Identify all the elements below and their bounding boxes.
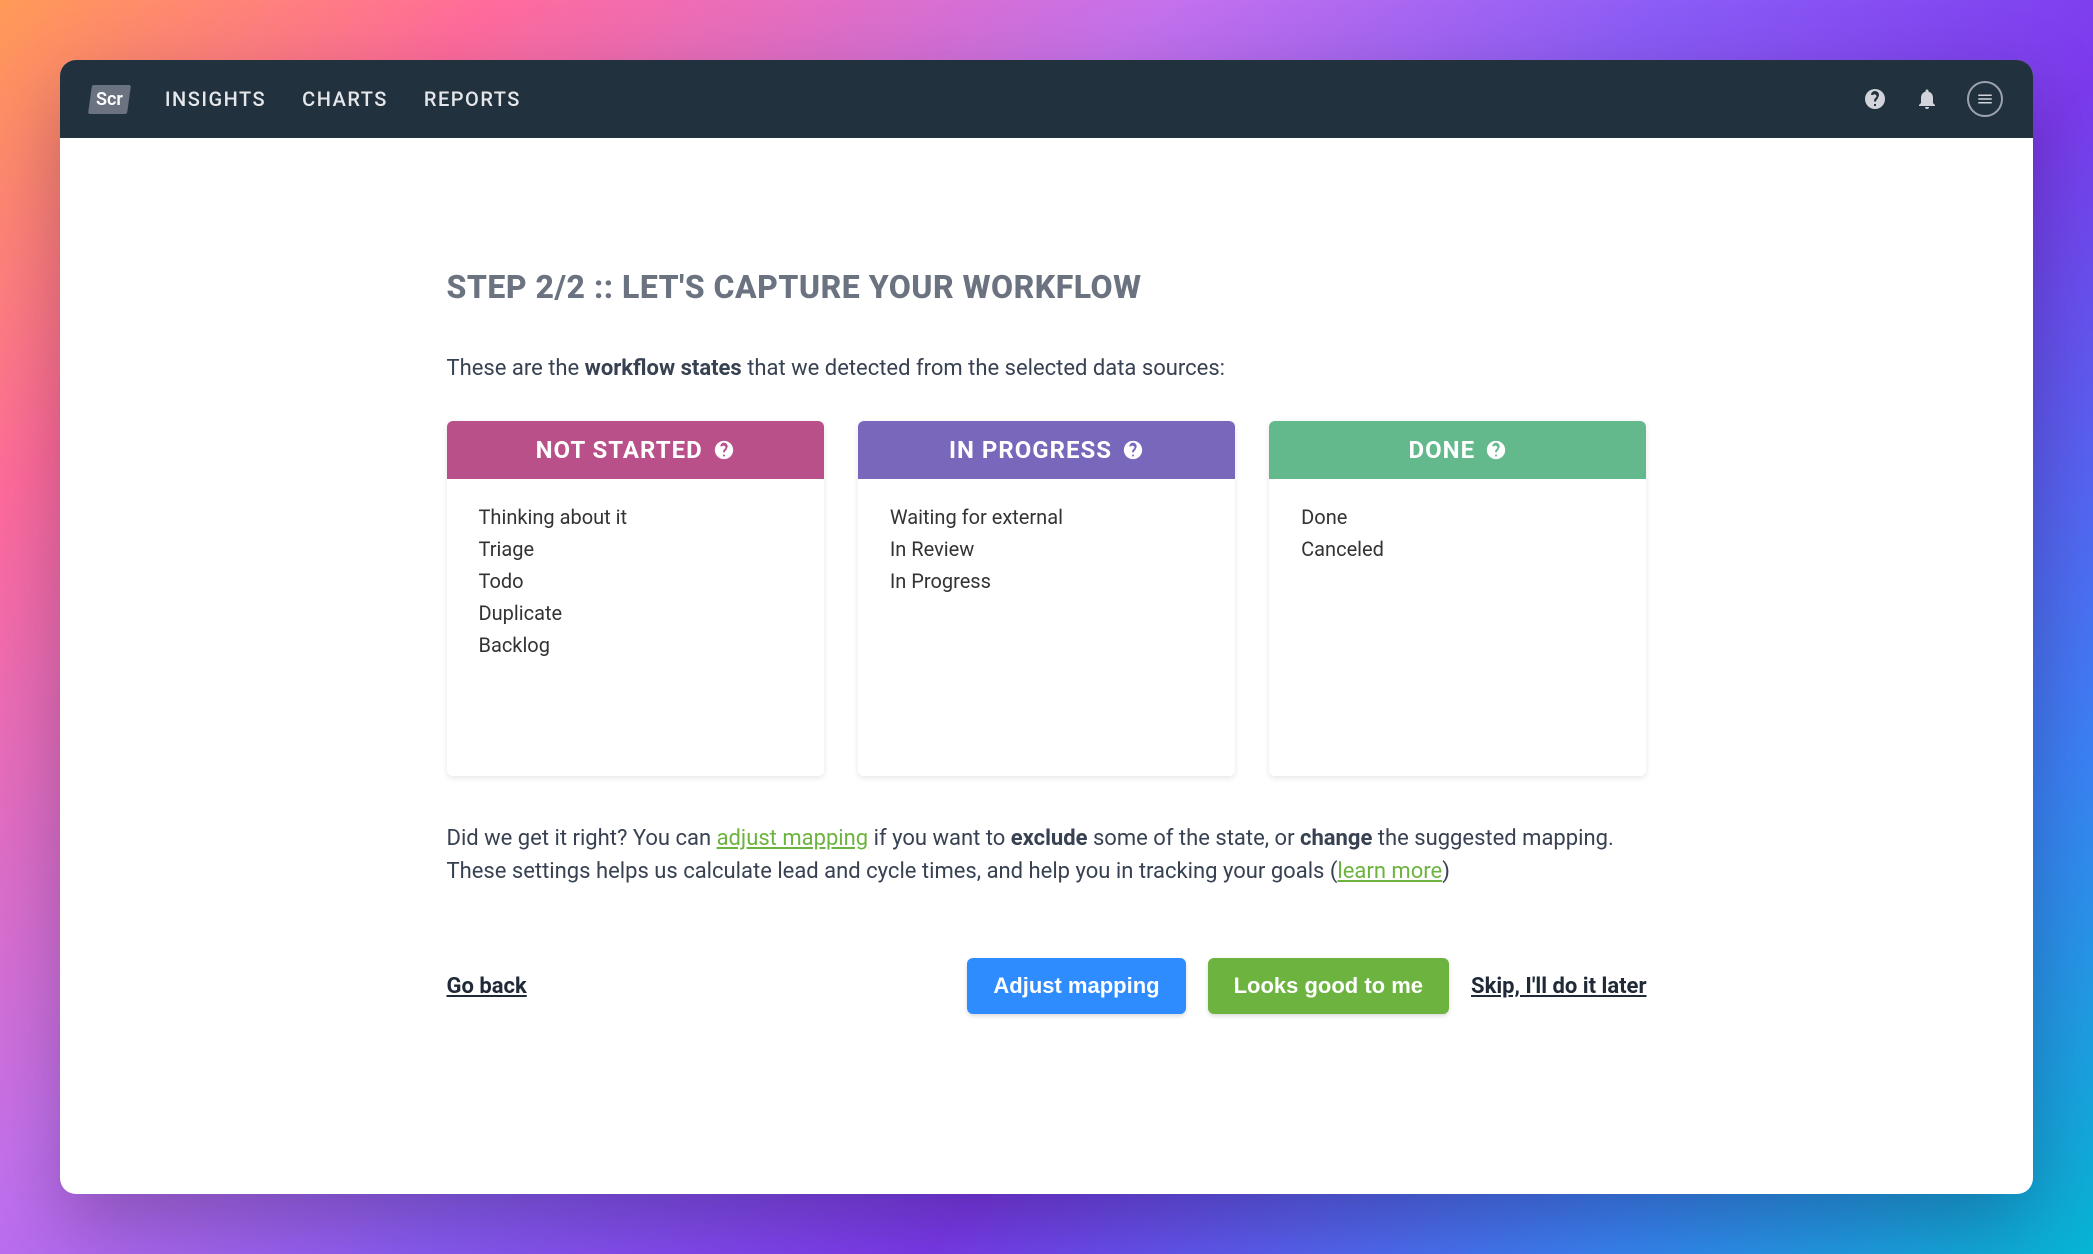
column-body: Thinking about it Triage Todo Duplicate …	[447, 479, 824, 683]
question-circle-icon[interactable]	[1485, 439, 1507, 461]
step-title: STEP 2/2 :: LET'S CAPTURE YOUR WORKFLOW	[447, 268, 1647, 306]
logo-text: Scr	[96, 89, 123, 110]
topbar: Scr INSIGHTS CHARTS REPORTS	[60, 60, 2033, 138]
text-seg: some of the state, or	[1087, 826, 1300, 851]
column-done: DONE Done Canceled	[1269, 421, 1646, 776]
adjust-mapping-link[interactable]: adjust mapping	[717, 826, 869, 851]
list-item[interactable]: Canceled	[1301, 533, 1614, 565]
list-item[interactable]: In Progress	[890, 565, 1203, 597]
intro-prefix: These are the	[447, 356, 585, 381]
nav-reports[interactable]: REPORTS	[424, 87, 521, 111]
text-seg: Did we get it right? You can	[447, 826, 717, 851]
topbar-right	[1863, 81, 2003, 117]
text-bold: change	[1300, 826, 1372, 851]
column-not-started: NOT STARTED Thinking about it Triage Tod…	[447, 421, 824, 776]
notifications-icon[interactable]	[1915, 87, 1939, 111]
column-title: DONE	[1409, 436, 1476, 464]
list-item[interactable]: Backlog	[479, 629, 792, 661]
action-row: Go back Adjust mapping Looks good to me …	[447, 958, 1647, 1014]
column-header-done: DONE	[1269, 421, 1646, 479]
nav-charts[interactable]: CHARTS	[302, 87, 388, 111]
list-item[interactable]: Todo	[479, 565, 792, 597]
main-content: STEP 2/2 :: LET'S CAPTURE YOUR WORKFLOW …	[60, 138, 2033, 1194]
list-item[interactable]: Thinking about it	[479, 501, 792, 533]
question-circle-icon[interactable]	[1122, 439, 1144, 461]
column-body: Done Canceled	[1269, 479, 1646, 587]
column-body: Waiting for external In Review In Progre…	[858, 479, 1235, 619]
column-in-progress: IN PROGRESS Waiting for external In Revi…	[858, 421, 1235, 776]
intro-bold: workflow states	[585, 356, 742, 381]
list-item[interactable]: Duplicate	[479, 597, 792, 629]
looks-good-button[interactable]: Looks good to me	[1208, 958, 1449, 1014]
skip-link[interactable]: Skip, I'll do it later	[1471, 974, 1646, 999]
help-icon[interactable]	[1863, 87, 1887, 111]
question-circle-icon[interactable]	[713, 439, 735, 461]
text-bold: exclude	[1011, 826, 1088, 851]
text-seg: if you want to	[868, 826, 1011, 851]
column-title: IN PROGRESS	[949, 436, 1112, 464]
list-item[interactable]: Waiting for external	[890, 501, 1203, 533]
adjust-mapping-button[interactable]: Adjust mapping	[967, 958, 1185, 1014]
app-window: Scr INSIGHTS CHARTS REPORTS STEP 2/2 :: …	[60, 60, 2033, 1194]
menu-icon[interactable]	[1967, 81, 2003, 117]
list-item[interactable]: Triage	[479, 533, 792, 565]
column-title: NOT STARTED	[536, 436, 703, 464]
column-header-not-started: NOT STARTED	[447, 421, 824, 479]
nav-insights[interactable]: INSIGHTS	[165, 87, 266, 111]
intro-suffix: that we detected from the selected data …	[742, 356, 1225, 381]
app-logo[interactable]: Scr	[88, 85, 131, 114]
list-item[interactable]: In Review	[890, 533, 1203, 565]
bottom-text: Did we get it right? You can adjust mapp…	[447, 822, 1647, 888]
go-back-link[interactable]: Go back	[447, 974, 527, 999]
learn-more-link[interactable]: learn more	[1337, 859, 1442, 884]
text-seg: )	[1442, 859, 1450, 884]
column-header-in-progress: IN PROGRESS	[858, 421, 1235, 479]
intro-text: These are the workflow states that we de…	[447, 356, 1647, 381]
list-item[interactable]: Done	[1301, 501, 1614, 533]
workflow-columns: NOT STARTED Thinking about it Triage Tod…	[447, 421, 1647, 776]
nav-links: INSIGHTS CHARTS REPORTS	[165, 87, 521, 111]
